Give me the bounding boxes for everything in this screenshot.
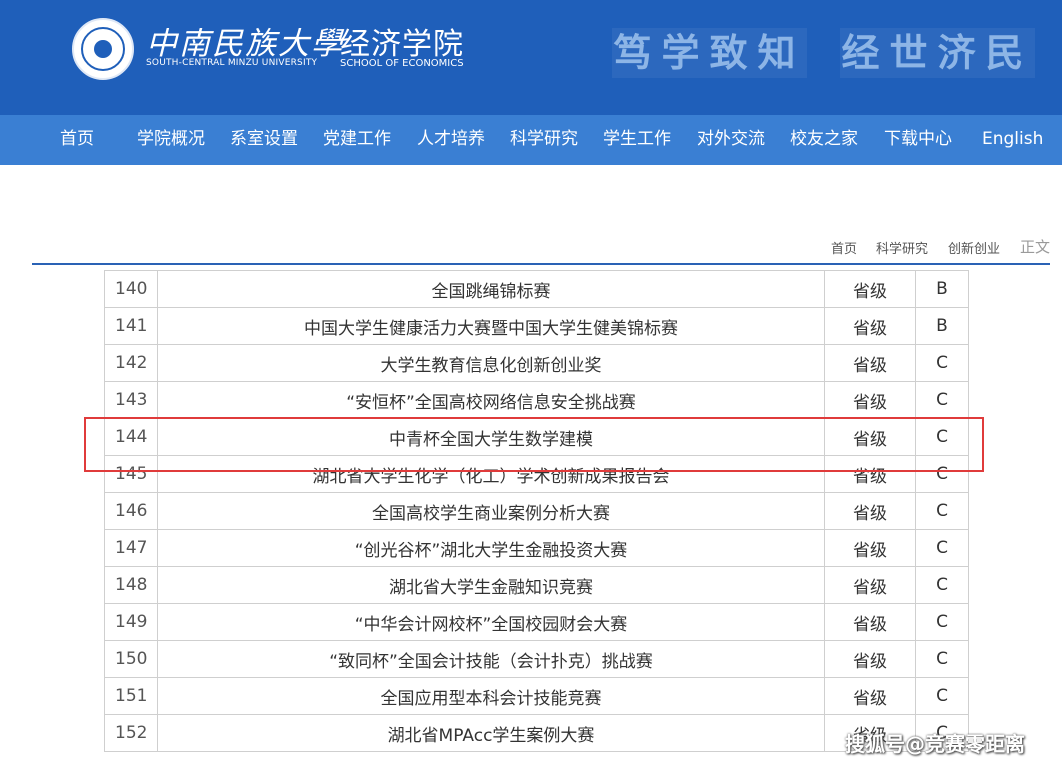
row-number: 147 bbox=[104, 529, 158, 567]
competition-name: 全国应用型本科会计技能竞赛 bbox=[157, 677, 825, 715]
competition-grade: C bbox=[915, 677, 969, 715]
nav-item-students[interactable]: 学生工作 bbox=[603, 115, 671, 165]
nav-item-party[interactable]: 党建工作 bbox=[323, 115, 391, 165]
site-header: 中南民族大學 SOUTH-CENTRAL MINZU UNIVERSITY 经济… bbox=[0, 0, 1062, 115]
title-divider bbox=[32, 263, 1050, 265]
table-row: 148 湖北省大学生金融知识竞赛 省级 C bbox=[104, 566, 969, 604]
nav-item-research[interactable]: 科学研究 bbox=[510, 115, 578, 165]
breadcrumb-home[interactable]: 首页 bbox=[831, 238, 857, 257]
nav-item-alumni[interactable]: 校友之家 bbox=[790, 115, 858, 165]
row-number: 143 bbox=[104, 381, 158, 419]
competition-table: 140 全国跳绳锦标赛 省级 B 141 中国大学生健康活力大赛暨中国大学生健美锦标赛 省级… bbox=[104, 270, 969, 752]
competition-level: 省级 bbox=[824, 270, 916, 308]
competition-name: 全国高校学生商业案例分析大赛 bbox=[157, 492, 825, 530]
table-row: 152 湖北省MPAcc学生案例大赛 省级 C bbox=[104, 714, 969, 752]
row-number: 141 bbox=[104, 307, 158, 345]
competition-level: 省级 bbox=[824, 307, 916, 345]
competition-level: 省级 bbox=[824, 566, 916, 604]
competition-grade: C bbox=[915, 640, 969, 678]
competition-name: “中华会计网校杯”全国校园财会大赛 bbox=[157, 603, 825, 641]
nav-item-education[interactable]: 人才培养 bbox=[417, 115, 485, 165]
motto-right: 经世济民 bbox=[840, 28, 1035, 78]
table-row: 151 全国应用型本科会计技能竞赛 省级 C bbox=[104, 677, 969, 715]
competition-name: 湖北省MPAcc学生案例大赛 bbox=[157, 714, 825, 752]
table-row: 143 “安恒杯”全国高校网络信息安全挑战赛 省级 C bbox=[104, 381, 969, 419]
competition-level: 省级 bbox=[824, 640, 916, 678]
competition-name: “安恒杯”全国高校网络信息安全挑战赛 bbox=[157, 381, 825, 419]
competition-name: 中国大学生健康活力大赛暨中国大学生健美锦标赛 bbox=[157, 307, 825, 345]
nav-item-home[interactable]: 首页 bbox=[60, 115, 94, 165]
nav-item-about[interactable]: 学院概况 bbox=[137, 115, 205, 165]
competition-grade: B bbox=[915, 270, 969, 308]
competition-grade: B bbox=[915, 307, 969, 345]
breadcrumb-current: 正文 bbox=[1020, 238, 1051, 256]
nav-item-english[interactable]: English bbox=[982, 115, 1043, 165]
highlight-box bbox=[84, 417, 984, 472]
row-number: 148 bbox=[104, 566, 158, 604]
competition-grade: C bbox=[915, 566, 969, 604]
row-number: 151 bbox=[104, 677, 158, 715]
motto-left: 笃学致知 bbox=[612, 28, 807, 78]
row-number: 149 bbox=[104, 603, 158, 641]
watermark: 搜狐号@竞赛零距离 bbox=[845, 732, 1025, 756]
competition-name: “创光谷杯”湖北大学生金融投资大赛 bbox=[157, 529, 825, 567]
row-number: 150 bbox=[104, 640, 158, 678]
competition-level: 省级 bbox=[824, 381, 916, 419]
competition-grade: C bbox=[915, 529, 969, 567]
competition-level: 省级 bbox=[824, 603, 916, 641]
table-row: 149 “中华会计网校杯”全国校园财会大赛 省级 C bbox=[104, 603, 969, 641]
nav-item-departments[interactable]: 系室设置 bbox=[230, 115, 298, 165]
competition-level: 省级 bbox=[824, 677, 916, 715]
competition-name: “致同杯”全国会计技能（会计扑克）挑战赛 bbox=[157, 640, 825, 678]
nav-item-exchange[interactable]: 对外交流 bbox=[697, 115, 765, 165]
competition-name: 全国跳绳锦标赛 bbox=[157, 270, 825, 308]
breadcrumb-innovation[interactable]: 创新创业 bbox=[948, 238, 1000, 257]
school-name-en: SCHOOL OF ECONOMICS bbox=[340, 58, 464, 69]
row-number: 140 bbox=[104, 270, 158, 308]
university-name-en: SOUTH-CENTRAL MINZU UNIVERSITY bbox=[146, 58, 318, 68]
competition-level: 省级 bbox=[824, 529, 916, 567]
competition-level: 省级 bbox=[824, 492, 916, 530]
row-number: 152 bbox=[104, 714, 158, 752]
table-row: 140 全国跳绳锦标赛 省级 B bbox=[104, 270, 969, 308]
row-number: 146 bbox=[104, 492, 158, 530]
competition-name: 大学生教育信息化创新创业奖 bbox=[157, 344, 825, 382]
university-name-cn: 中南民族大學 bbox=[146, 26, 344, 62]
table-row: 147 “创光谷杯”湖北大学生金融投资大赛 省级 C bbox=[104, 529, 969, 567]
table-row: 146 全国高校学生商业案例分析大赛 省级 C bbox=[104, 492, 969, 530]
competition-level: 省级 bbox=[824, 344, 916, 382]
row-number: 142 bbox=[104, 344, 158, 382]
competition-grade: C bbox=[915, 492, 969, 530]
competition-grade: C bbox=[915, 344, 969, 382]
university-logo[interactable] bbox=[72, 18, 134, 80]
school-name-cn: 经济学院 bbox=[340, 27, 464, 62]
competition-grade: C bbox=[915, 381, 969, 419]
table-row: 150 “致同杯”全国会计技能（会计扑克）挑战赛 省级 C bbox=[104, 640, 969, 678]
nav-item-downloads[interactable]: 下载中心 bbox=[884, 115, 952, 165]
competition-name: 湖北省大学生金融知识竞赛 bbox=[157, 566, 825, 604]
breadcrumb-research[interactable]: 科学研究 bbox=[876, 238, 928, 257]
table-row: 141 中国大学生健康活力大赛暨中国大学生健美锦标赛 省级 B bbox=[104, 307, 969, 345]
competition-grade: C bbox=[915, 603, 969, 641]
table-row: 142 大学生教育信息化创新创业奖 省级 C bbox=[104, 344, 969, 382]
main-nav: 首页 学院概况 系室设置 党建工作 人才培养 科学研究 学生工作 对外交流 校友… bbox=[0, 115, 1062, 165]
